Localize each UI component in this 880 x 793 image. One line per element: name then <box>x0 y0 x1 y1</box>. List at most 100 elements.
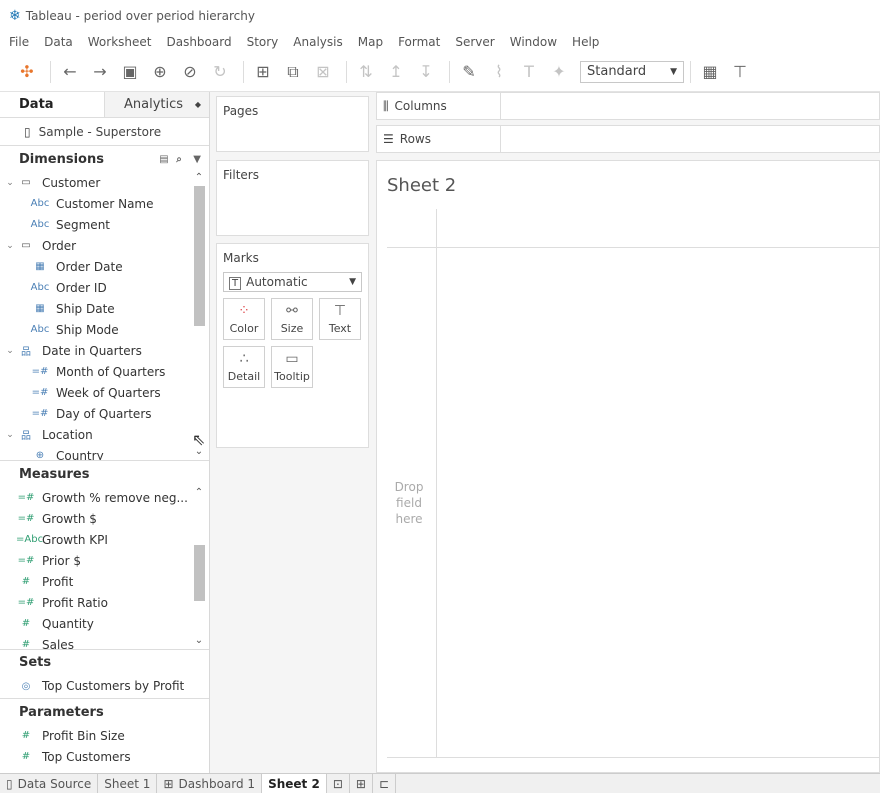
new-story-tab-icon[interactable]: ⊏ <box>373 774 396 793</box>
refresh-icon[interactable]: ↻ <box>207 59 233 85</box>
list-item[interactable]: # Profit <box>0 571 209 592</box>
scroll-down-icon[interactable]: ⌄ <box>193 635 205 649</box>
size-button[interactable]: ⚯ Size <box>271 298 313 340</box>
save-icon[interactable]: ▣ <box>117 59 143 85</box>
new-worksheet-tab-icon[interactable]: ⊡ <box>327 774 350 793</box>
scroll-thumb[interactable] <box>194 186 205 326</box>
label-icon[interactable]: T <box>516 59 542 85</box>
list-item[interactable]: ⌄ 品 Date in Quarters <box>0 340 209 361</box>
list-item[interactable]: ⌄ ▭ Customer <box>0 172 209 193</box>
sort-descending-icon[interactable]: ↧ <box>413 59 439 85</box>
new-worksheet-icon[interactable]: ⊞ <box>250 59 276 85</box>
show-cards-icon[interactable]: ▦ <box>697 59 723 85</box>
list-item[interactable]: ◎ Top Customers by Profit <box>0 674 209 698</box>
list-item[interactable]: =# Week of Quarters <box>0 382 209 403</box>
list-item[interactable]: # Sales <box>0 634 209 650</box>
list-item[interactable]: Abc Order ID <box>0 277 209 298</box>
undo-icon[interactable]: ← <box>57 59 83 85</box>
menu-story[interactable]: Story <box>247 35 279 49</box>
columns-shelf[interactable]: ⫼ Columns <box>376 92 880 120</box>
clear-sheet-icon[interactable]: ⊠ <box>310 59 336 85</box>
fit-select[interactable]: Standard ▼ <box>580 60 684 83</box>
chevron-down-icon[interactable]: ⌄ <box>4 430 16 440</box>
chevron-down-icon[interactable]: ⌄ <box>4 241 16 251</box>
tab-data-source[interactable]: ▯ Data Source <box>0 774 99 793</box>
tooltip-button[interactable]: ▭ Tooltip <box>271 346 313 388</box>
measures-scrollbar[interactable]: ⌃ ⌄ <box>193 487 205 649</box>
worksheet-canvas[interactable]: Sheet 2 Drop field here <box>376 160 880 773</box>
start-page-icon[interactable]: ✣ <box>14 59 40 85</box>
mark-type-select[interactable]: T Automatic ▼ <box>223 272 362 292</box>
menu-worksheet[interactable]: Worksheet <box>88 35 152 49</box>
dimensions-scrollbar[interactable]: ⌃ ⌄ <box>193 172 205 460</box>
text-icon: ⊤ <box>333 302 347 319</box>
chevron-down-icon[interactable]: ⌄ <box>4 346 16 356</box>
data-pane-tabs: Data Analytics ◆ <box>0 92 209 118</box>
menu-bar: File Data Worksheet Dashboard Story Anal… <box>0 32 880 52</box>
menu-window[interactable]: Window <box>510 35 557 49</box>
list-item[interactable]: Abc Ship Mode <box>0 319 209 340</box>
list-item[interactable]: ▦ Order Date <box>0 256 209 277</box>
menu-help[interactable]: Help <box>572 35 599 49</box>
list-item[interactable]: ⌄ ▭ Order <box>0 235 209 256</box>
list-item[interactable]: =# Month of Quarters <box>0 361 209 382</box>
list-item[interactable]: ⊕ Country <box>0 445 209 461</box>
text-button[interactable]: ⊤ Text <box>319 298 361 340</box>
list-item[interactable]: =# Growth $ <box>0 508 209 529</box>
detail-button[interactable]: ∴ Detail <box>223 346 265 388</box>
cards-pane: Pages Filters Marks T Automatic ▼ ⁘ Color … <box>210 92 376 773</box>
chevron-down-icon: ▼ <box>349 277 356 287</box>
list-item[interactable]: Abc Segment <box>0 214 209 235</box>
list-item[interactable]: =# Growth % remove neg... <box>0 487 209 508</box>
new-dashboard-tab-icon[interactable]: ⊞ <box>350 774 373 793</box>
highlight-icon[interactable]: ✎ <box>456 59 482 85</box>
sort-ascending-icon[interactable]: ↥ <box>383 59 409 85</box>
menu-server[interactable]: Server <box>455 35 494 49</box>
group-icon[interactable]: ⌇ <box>486 59 512 85</box>
drop-field-hint[interactable]: Drop field here <box>387 479 431 527</box>
menu-dashboard[interactable]: Dashboard <box>166 35 231 49</box>
scroll-up-icon[interactable]: ⌃ <box>193 487 205 501</box>
list-item[interactable]: # Top Customers <box>0 746 209 767</box>
scroll-up-icon[interactable]: ⌃ <box>193 172 205 186</box>
tab-data[interactable]: Data <box>0 92 105 117</box>
list-item[interactable]: ▦ Ship Date <box>0 298 209 319</box>
list-item[interactable]: =# Prior $ <box>0 550 209 571</box>
list-item[interactable]: =Abc Growth KPI <box>0 529 209 550</box>
color-button[interactable]: ⁘ Color <box>223 298 265 340</box>
duplicate-sheet-icon[interactable]: ⧉ <box>280 59 306 85</box>
rows-shelf[interactable]: ☰ Rows <box>376 125 880 153</box>
pause-updates-icon[interactable]: ⊘ <box>177 59 203 85</box>
calculated-number-icon: =# <box>17 555 35 566</box>
tab-dashboard-1[interactable]: ⊞ Dashboard 1 <box>157 774 263 793</box>
tab-sheet-1[interactable]: Sheet 1 <box>98 774 158 793</box>
presentation-mode-icon[interactable]: ⊤ <box>727 59 753 85</box>
redo-icon[interactable]: → <box>87 59 113 85</box>
list-item[interactable]: =# Profit Ratio <box>0 592 209 613</box>
list-item[interactable]: ⌄ 品 Location <box>0 424 209 445</box>
mark-buttons: ⁘ Color ⚯ Size ⊤ Text ∴ Detail ▭ Tooltip <box>217 292 368 394</box>
list-item[interactable]: =# Day of Quarters <box>0 403 209 424</box>
list-item[interactable]: # Quantity <box>0 613 209 634</box>
sheet-title[interactable]: Sheet 2 <box>387 175 456 196</box>
filters-card[interactable]: Filters <box>216 160 369 236</box>
tab-analytics[interactable]: Analytics ◆ <box>105 92 209 117</box>
view-list-icon[interactable]: ▤ <box>159 154 168 165</box>
chevron-down-icon[interactable]: ▼ <box>193 154 201 165</box>
list-item[interactable]: # Profit Bin Size <box>0 725 209 746</box>
new-data-source-icon[interactable]: ⊕ <box>147 59 173 85</box>
list-item[interactable]: Abc Customer Name <box>0 193 209 214</box>
menu-format[interactable]: Format <box>398 35 440 49</box>
menu-data[interactable]: Data <box>44 35 73 49</box>
menu-analysis[interactable]: Analysis <box>293 35 342 49</box>
chevron-down-icon[interactable]: ⌄ <box>4 178 16 188</box>
tab-sheet-2[interactable]: Sheet 2 <box>262 774 327 793</box>
search-icon[interactable]: ⌕ <box>176 154 182 165</box>
scroll-thumb[interactable] <box>194 545 205 601</box>
data-source-item[interactable]: ▯ Sample - Superstore <box>0 118 209 146</box>
swap-icon[interactable]: ⇅ <box>353 59 379 85</box>
pin-icon[interactable]: ✦ <box>546 59 572 85</box>
menu-file[interactable]: File <box>9 35 29 49</box>
menu-map[interactable]: Map <box>358 35 383 49</box>
pages-card[interactable]: Pages <box>216 96 369 152</box>
